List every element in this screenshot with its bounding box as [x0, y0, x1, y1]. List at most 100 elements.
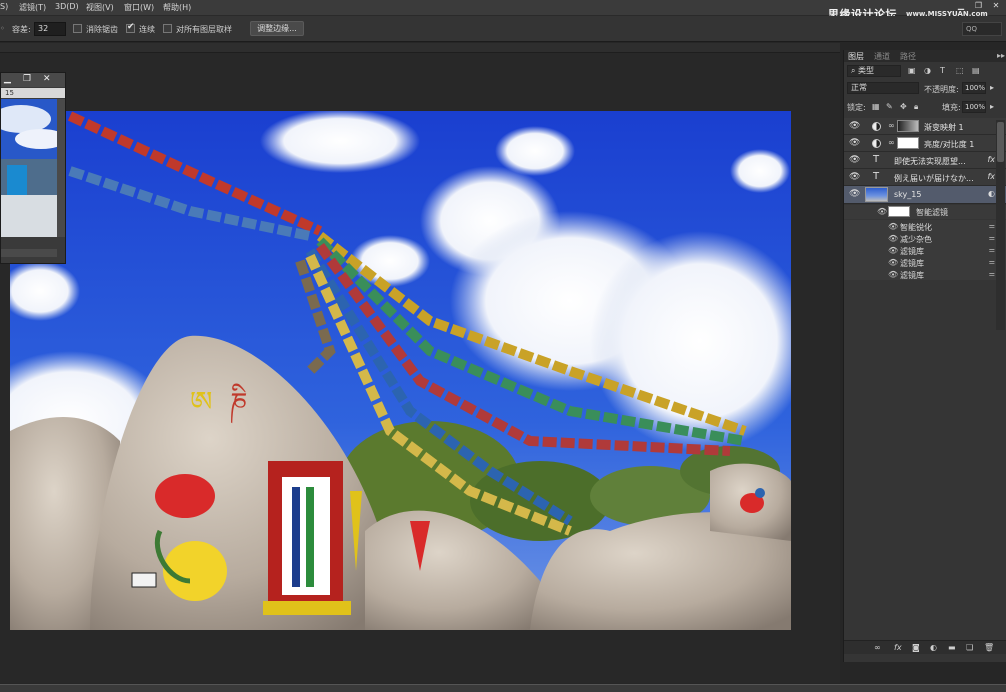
filter-pixel-icon[interactable]: ▣ [908, 66, 916, 75]
canvas[interactable]: ཨ ཎི [10, 111, 791, 630]
svg-text:ཎི: ཎི [230, 383, 247, 424]
vertical-scrollbar[interactable] [57, 99, 65, 237]
tab-channels[interactable]: 通道 [874, 51, 890, 62]
menu-item-select[interactable]: S) [0, 2, 8, 11]
minimize-icon[interactable]: ▁ [955, 1, 967, 11]
opacity-label: 不透明度: [924, 85, 959, 94]
delete-layer-icon[interactable]: 🗑︎ [984, 643, 994, 652]
filter-options-icon[interactable]: ⚌ [989, 246, 995, 254]
lock-all-icon[interactable]: 🔒︎ [914, 102, 918, 112]
eye-icon[interactable]: 👁︎ [849, 172, 860, 182]
contiguous-label: 连续 [139, 25, 155, 34]
layer-row[interactable]: 👁︎ T 即使无法实现愿望... fx [844, 152, 1006, 169]
layers-panel-footer: ∞ fx ◙ ◐ ▬ ❏ 🗑︎ [844, 640, 1006, 654]
filter-shape-icon[interactable]: ⬚ [956, 66, 964, 75]
layer-row-selected[interactable]: 👁︎ sky_15 ◐ [844, 186, 1006, 204]
layer-row[interactable]: 👁︎ ∞ 渐变映射 1 [844, 118, 1006, 135]
smart-filter-indicator-icon[interactable]: ◐ [988, 189, 995, 198]
contiguous-checkbox[interactable] [126, 22, 135, 33]
refine-edge-button[interactable]: 调整边缘... [250, 21, 304, 36]
eye-icon[interactable]: 👁︎ [888, 222, 898, 231]
layer-filter-row: ⌕ 类型 ▣ ◑ T ⬚ ▤ [844, 64, 1006, 78]
filter-options-icon[interactable]: ⚌ [989, 234, 995, 242]
filter-type-icon[interactable]: T [940, 66, 945, 75]
fill-dropdown-icon[interactable]: ▸ [990, 102, 994, 111]
fx-icon[interactable]: fx [987, 155, 995, 164]
menu-item-window[interactable]: 窗口(W) [124, 2, 154, 13]
layer-name: 亮度/对比度 1 [924, 140, 975, 149]
menu-bar: S) 滤镜(T) 3D(D) 视图(V) 窗口(W) 帮助(H) 思缘设计论坛 … [0, 0, 1006, 21]
fill-input[interactable]: 100% [962, 101, 986, 113]
link-icon[interactable]: ∞ [888, 138, 895, 147]
new-layer-icon[interactable]: ❏ [966, 643, 973, 652]
close-icon[interactable]: ✕ [43, 74, 51, 84]
new-adjustment-icon[interactable]: ◐ [930, 643, 937, 652]
filter-row[interactable]: 👁︎ 滤镜库 ⚌ [844, 244, 1006, 256]
minimize-icon[interactable]: ▁ [4, 74, 11, 84]
eye-icon[interactable]: 👁︎ [849, 155, 860, 165]
menu-item-help[interactable]: 帮助(H) [163, 2, 191, 13]
eye-icon[interactable]: 👁︎ [888, 258, 898, 267]
search-icon: ⌕ [851, 66, 856, 75]
filter-options-icon[interactable]: ⚌ [989, 270, 995, 278]
add-mask-icon[interactable]: ◙ [912, 643, 920, 652]
link-layers-icon[interactable]: ∞ [874, 643, 881, 652]
filter-row[interactable]: 👁︎ 减少杂色 ⚌ [844, 232, 1006, 244]
workspace-selector[interactable]: QQ [962, 22, 1002, 36]
link-icon[interactable]: ∞ [888, 121, 895, 130]
filter-smart-icon[interactable]: ▤ [972, 66, 980, 75]
lock-label: 锁定: [847, 103, 866, 112]
filter-adjustment-icon[interactable]: ◑ [924, 66, 931, 75]
canvas-image: ཨ ཎི [10, 111, 791, 630]
antialias-checkbox[interactable] [73, 24, 82, 33]
smart-filters-row[interactable]: 👁︎ 智能滤镜 [844, 205, 1006, 219]
svg-text:ཨ: ཨ [190, 385, 212, 418]
eye-icon[interactable]: 👁︎ [849, 189, 860, 199]
tab-paths[interactable]: 路径 [900, 51, 916, 62]
lock-move-icon[interactable]: ✥ [900, 102, 907, 111]
new-group-icon[interactable]: ▬ [948, 643, 956, 652]
eye-icon[interactable]: 👁︎ [888, 246, 898, 255]
document-tab-strip [0, 43, 840, 53]
status-strip [0, 684, 1006, 692]
close-icon[interactable]: ✕ [990, 1, 1002, 11]
eye-icon[interactable]: 👁︎ [888, 234, 898, 243]
floating-window-titlebar[interactable]: ▁ ❐ ✕ [1, 73, 65, 87]
tolerance-input[interactable]: 32 [34, 22, 66, 36]
opacity-dropdown-icon[interactable]: ▸ [990, 83, 994, 92]
layers-panel: 图层 通道 路径 ▸▸ ⌕ 类型 ▣ ◑ T ⬚ ▤ 正常 不透明度: 100%… [843, 50, 1006, 662]
fx-icon[interactable]: fx [987, 172, 995, 181]
floating-document-window[interactable]: ▁ ❐ ✕ 15 [0, 72, 66, 264]
layer-row[interactable]: 👁︎ ∞ 亮度/对比度 1 [844, 135, 1006, 152]
menu-item-view[interactable]: 视图(V) [86, 2, 114, 13]
eye-icon[interactable]: 👁︎ [849, 121, 860, 131]
filter-row[interactable]: 👁︎ 滤镜库 ⚌ [844, 268, 1006, 280]
restore-icon[interactable]: ❐ [972, 1, 984, 11]
eye-icon[interactable]: 👁︎ [877, 207, 887, 216]
blend-mode-select[interactable]: 正常 [847, 82, 919, 94]
layer-name: 例え届いが届けなか... [894, 174, 974, 183]
lock-brush-icon[interactable]: ✎ [886, 102, 893, 111]
filter-options-icon[interactable]: ⚌ [989, 222, 995, 230]
filter-row[interactable]: 👁︎ 智能锐化 ⚌ [844, 220, 1006, 232]
options-edge-icon: ◦ [0, 24, 5, 33]
menu-item-3d[interactable]: 3D(D) [55, 2, 79, 11]
scrollbar-thumb[interactable] [997, 122, 1004, 162]
opacity-input[interactable]: 100% [962, 82, 986, 94]
layers-scrollbar[interactable] [996, 120, 1005, 330]
filter-kind-select[interactable]: ⌕ 类型 [847, 65, 901, 77]
horizontal-scrollbar[interactable] [1, 249, 57, 257]
layer-mask-thumbnail [897, 137, 919, 149]
menu-item-filter[interactable]: 滤镜(T) [19, 2, 46, 13]
filter-row[interactable]: 👁︎ 滤镜库 ⚌ [844, 256, 1006, 268]
panel-menu-icon[interactable]: ▸▸ [997, 51, 1005, 60]
add-style-icon[interactable]: fx [894, 643, 902, 652]
lock-transparent-icon[interactable]: ▦ [872, 102, 880, 111]
sample-all-checkbox[interactable] [163, 24, 172, 33]
eye-icon[interactable]: 👁︎ [849, 138, 860, 148]
filter-options-icon[interactable]: ⚌ [989, 258, 995, 266]
layer-row[interactable]: 👁︎ T 例え届いが届けなか... fx [844, 169, 1006, 186]
tab-layers[interactable]: 图层 [848, 51, 864, 62]
restore-icon[interactable]: ❐ [23, 74, 31, 84]
eye-icon[interactable]: 👁︎ [888, 270, 898, 279]
